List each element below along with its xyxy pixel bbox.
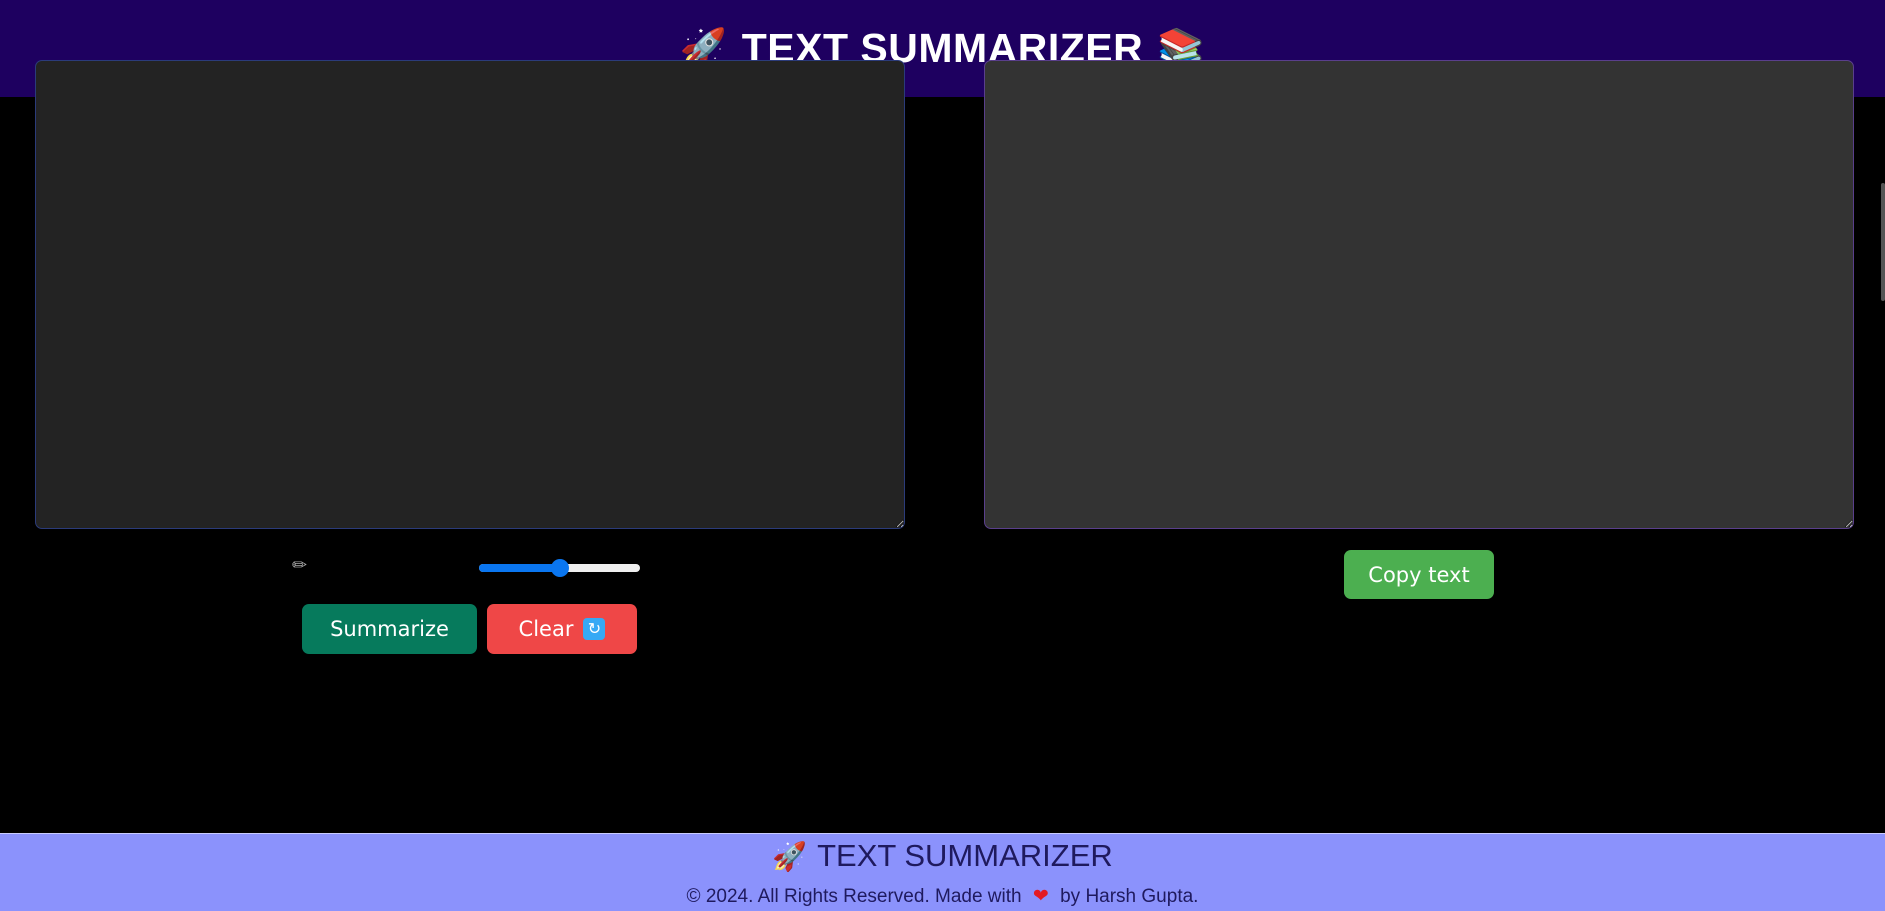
input-textarea[interactable] — [35, 60, 905, 529]
copy-label: Copy text — [1368, 562, 1470, 587]
refresh-icon: ↻ — [583, 618, 606, 640]
summarize-label: Summarize — [330, 617, 449, 641]
footer-title-text: TEXT SUMMARIZER — [817, 838, 1113, 873]
copy-text-button[interactable]: Copy text — [1344, 550, 1494, 599]
copyright-text: © 2024. All Rights Reserved. Made with ❤… — [0, 885, 1885, 909]
rocket-icon: 🚀 — [772, 841, 808, 872]
summarize-button[interactable]: Summarize — [302, 604, 477, 654]
copyright-suffix: by Harsh Gupta. — [1060, 886, 1199, 907]
clear-button[interactable]: Clear ↻ — [487, 604, 637, 654]
scrollbar-thumb[interactable] — [1881, 183, 1885, 301]
heart-icon: ❤ — [1032, 886, 1049, 907]
copyright-prefix: © 2024. All Rights Reserved. Made with — [686, 886, 1022, 907]
slider-fill — [479, 564, 560, 572]
footer: 🚀 TEXT SUMMARIZER © 2024. All Rights Rese… — [0, 833, 1885, 911]
summary-output-textarea[interactable] — [984, 60, 1854, 529]
summary-length-slider[interactable] — [479, 559, 640, 577]
footer-title: 🚀 TEXT SUMMARIZER — [0, 838, 1885, 875]
slider-thumb[interactable] — [551, 559, 569, 577]
clear-label: Clear — [518, 617, 574, 641]
ruler-icon: ✏ — [292, 555, 308, 575]
